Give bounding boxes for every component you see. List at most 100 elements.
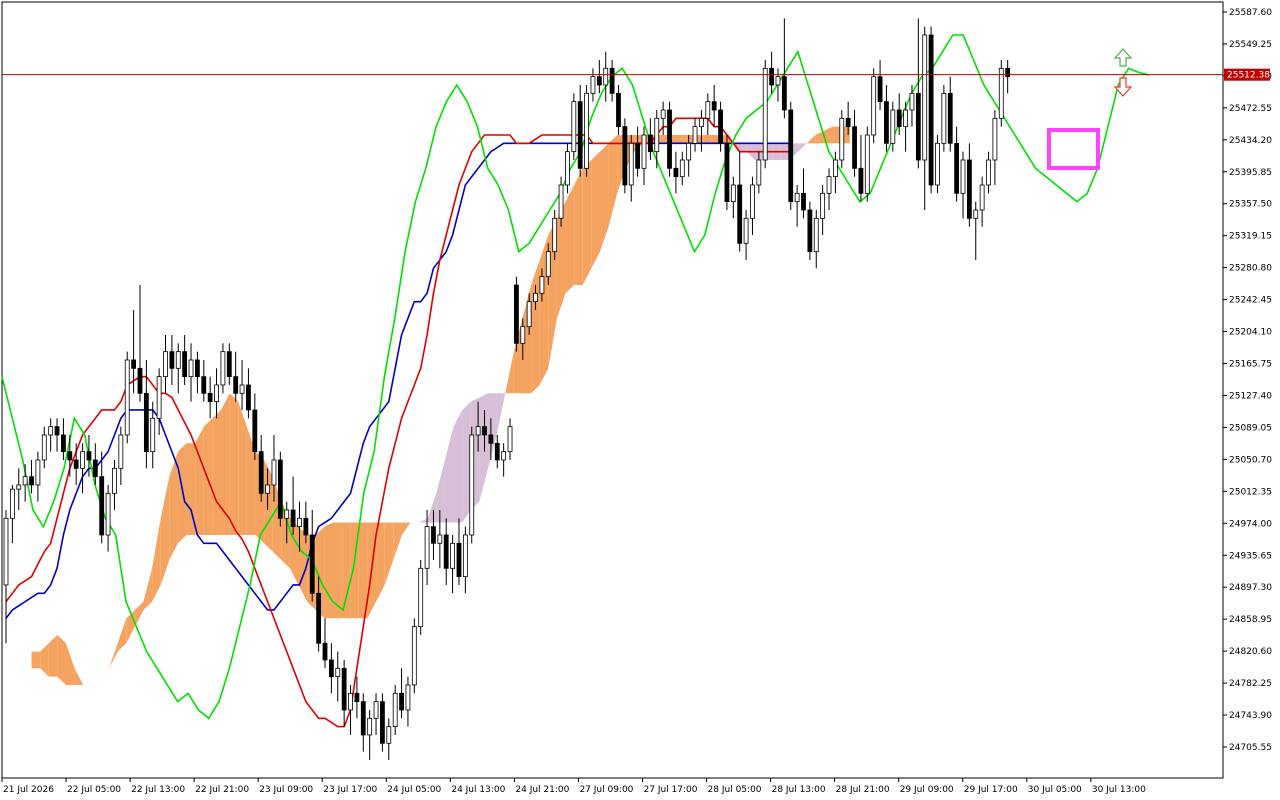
candle-body [514,284,519,344]
candle-body [788,109,794,203]
candle-body [29,476,34,486]
candle-body [947,92,953,144]
y-tick-label: 25050.70 [1229,455,1272,465]
y-tick-label: 25127.40 [1229,391,1272,401]
candle-body [692,126,698,144]
candle-body [590,76,596,94]
candle-body [775,76,781,86]
y-tick-label: 25587.60 [1229,8,1272,18]
candle-body [16,484,22,490]
candle-body [743,217,749,244]
candle-body [335,667,341,678]
candle-body [686,142,692,161]
candle-body [252,409,258,453]
candle-body [226,351,232,378]
candle-body [220,351,226,386]
candle-body [201,376,207,394]
y-tick-label: 25280.80 [1229,264,1272,274]
candle-body [979,184,985,211]
candle-body [3,517,9,586]
candle-body [628,142,634,186]
candle-body [316,592,322,644]
y-tick-label: 25012.35 [1229,487,1272,497]
candle-body [309,534,315,594]
y-tick-label: 24820.60 [1229,647,1272,657]
candle-body [539,276,545,294]
y-tick-label: 24974.00 [1229,519,1272,529]
candle-body [118,434,124,469]
cloud-segment [57,634,66,685]
x-axis: 21 Jul 2026 22 Jul 05:00 22 Jul 13:00 22 Ju… [1,777,1223,795]
candle-body [469,434,475,536]
candle-body [660,109,666,119]
candle-body [399,692,404,711]
candle-body [750,184,755,219]
candle-body [922,34,928,161]
ichimoku-chart[interactable]: 25587.6025549.2525510.9025472.5525434.20… [0,0,1280,800]
candle-body [769,67,774,86]
candle-body [986,159,991,186]
candle-body [405,684,411,711]
candle-body [156,376,162,419]
candle-body [616,92,621,128]
candle-body [290,509,296,528]
cloud-segment [203,418,213,535]
y-tick-label: 25089.05 [1229,423,1272,433]
cloud-segment [324,522,333,619]
candle-body [501,451,507,461]
candle-body [411,626,417,686]
candle-body [903,109,908,128]
candle-body [99,476,105,536]
candle-body [341,667,347,711]
candle-body [820,192,826,219]
candle-body [124,359,130,436]
candle-body [507,426,513,453]
candle-body [877,76,883,103]
x-tick-label: 24 Jul 13:00 [451,785,505,795]
y-tick-label: 25472.55 [1229,104,1272,114]
candle-body [654,117,660,153]
candle-body [150,417,156,453]
y-tick-label: 24858.95 [1229,615,1272,625]
candle-body [367,717,373,736]
candle-body [494,442,500,461]
candle-body [182,351,188,378]
y-tick-label: 25395.85 [1229,168,1272,178]
x-tick-label: 23 Jul 09:00 [259,785,313,795]
y-tick-label: 25434.20 [1229,136,1272,146]
candle-body [813,217,819,253]
candle-body [826,176,832,194]
candle-body [545,251,551,278]
y-tick-label: 25319.15 [1229,232,1272,242]
candle-body [194,359,200,378]
candle-body [284,509,290,519]
candle-body [960,159,966,194]
candle-body [596,76,602,86]
candle-body [737,184,743,244]
candle-body [756,159,762,186]
candle-body [73,459,79,469]
x-tick-label: 28 Jul 05:00 [708,785,762,795]
candle-body [667,109,672,169]
x-tick-label: 29 Jul 17:00 [964,785,1018,795]
cloud-segment [453,409,463,523]
candle-body [890,109,896,144]
candle-body [373,701,379,719]
candle-body [973,209,979,219]
x-tick-label: 24 Jul 05:00 [387,785,441,795]
candle-body [533,292,538,303]
y-tick-label: 25165.75 [1229,360,1272,370]
candle-body [488,434,494,444]
y-axis: 25587.6025549.2525510.9025472.5525434.20… [1222,2,1272,778]
candle-body [163,351,168,378]
candle-body [781,76,787,111]
candle-body [246,384,251,411]
candle-body [277,459,283,519]
x-tick-label: 23 Jul 17:00 [323,785,377,795]
candle-body [418,567,424,628]
candle-body [552,217,558,253]
candle-body [9,488,15,519]
candle-body [233,376,239,394]
candle-body [571,101,577,153]
y-tick-label: 24705.55 [1229,743,1272,753]
